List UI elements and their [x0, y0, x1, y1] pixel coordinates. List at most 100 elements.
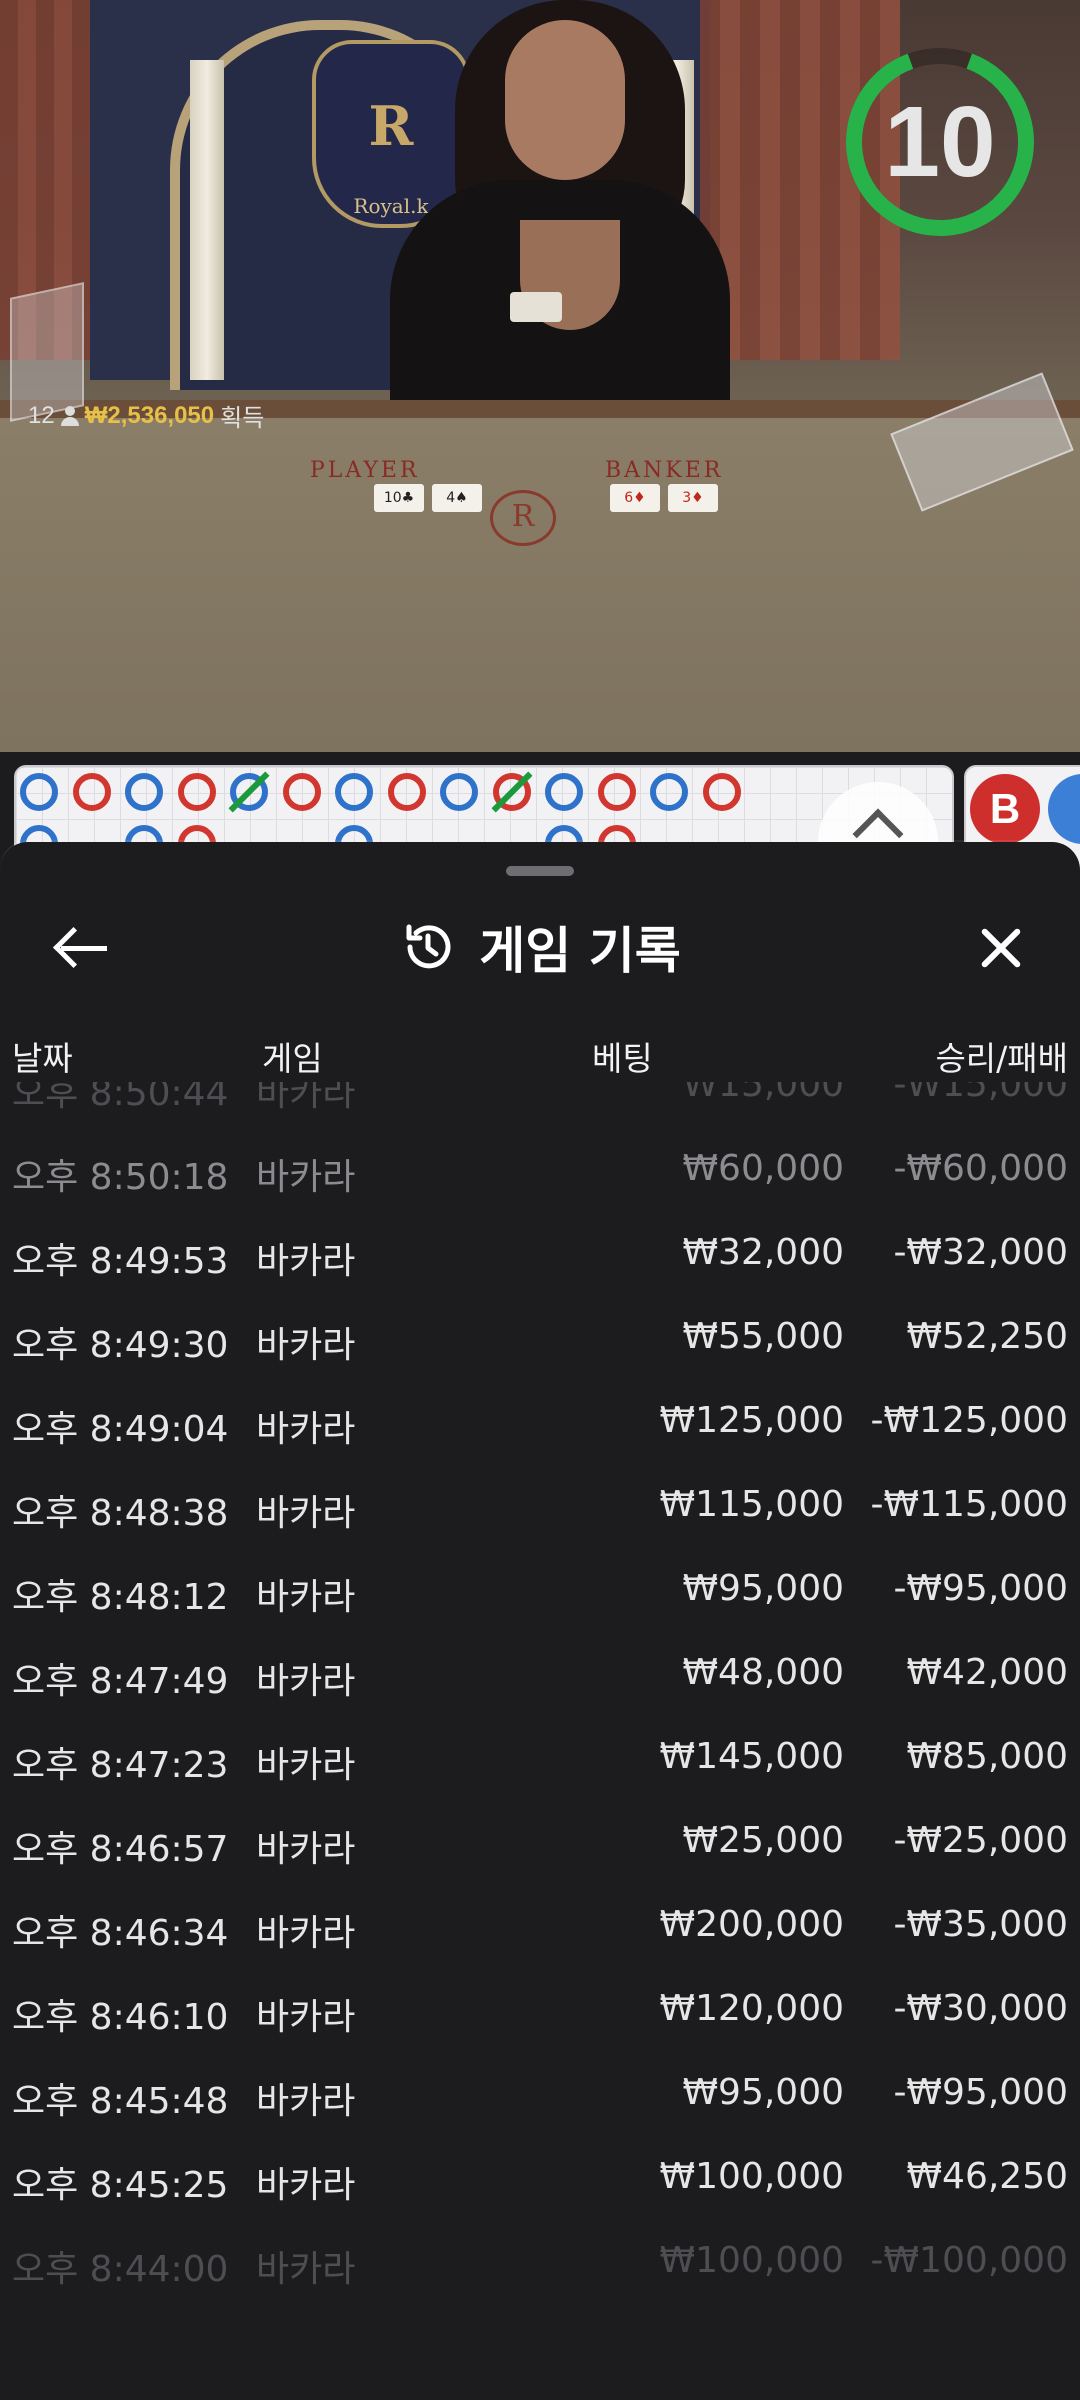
table-row[interactable]: 오후 8:44:00 바카라 ₩100,000 -₩100,000	[0, 2218, 1080, 2302]
dealer-name-tag	[510, 292, 562, 322]
logo-letter: R	[368, 94, 414, 158]
row-bet: ₩15,000	[682, 1082, 844, 1105]
banker-card: 6♦	[610, 484, 660, 512]
table-row[interactable]: 오후 8:48:12 바카라 ₩95,000 -₩95,000	[0, 1546, 1080, 1630]
row-game: 바카라	[256, 1661, 356, 1702]
table-row[interactable]: 오후 8:49:53 바카라 ₩32,000 -₩32,000	[0, 1210, 1080, 1294]
row-bet: ₩95,000	[682, 2072, 844, 2113]
column-header-result: 승리/패배	[935, 1039, 1068, 1078]
bead-result	[335, 773, 373, 811]
pillar	[190, 60, 224, 380]
row-result: -₩95,000	[893, 1568, 1068, 1609]
bead-result	[72, 773, 111, 811]
row-date: 오후 8:48:38	[12, 1493, 229, 1534]
row-game: 바카라	[256, 1577, 356, 1618]
bead-result	[387, 773, 426, 811]
table-row[interactable]: 오후 8:48:38 바카라 ₩115,000 -₩115,000	[0, 1462, 1080, 1546]
table-row[interactable]: 오후 8:49:30 바카라 ₩55,000 ₩52,250	[0, 1294, 1080, 1378]
row-date: 오후 8:47:23	[12, 1745, 229, 1786]
row-result: -₩60,000	[893, 1148, 1068, 1189]
row-game: 바카라	[256, 2165, 356, 2206]
row-bet: ₩100,000	[659, 2156, 844, 2197]
row-date: 오후 8:49:04	[12, 1409, 229, 1450]
close-icon[interactable]	[960, 908, 1040, 988]
row-game: 바카라	[256, 1325, 356, 1366]
felt-logo: R	[490, 490, 556, 546]
sheet-grab-handle[interactable]	[506, 866, 574, 876]
row-bet: ₩100,000	[659, 2240, 844, 2281]
row-bet: ₩120,000	[659, 1988, 844, 2029]
win-label: 획득	[220, 405, 265, 432]
felt-player-label: PLAYER	[310, 458, 420, 483]
row-game: 바카라	[256, 2081, 356, 2122]
bead-result	[20, 773, 58, 811]
row-bet: ₩200,000	[659, 1904, 844, 1945]
row-result: -₩15,000	[893, 1082, 1068, 1105]
table-row[interactable]: 오후 8:50:18 바카라 ₩60,000 -₩60,000	[0, 1126, 1080, 1210]
player-card: 10♣	[374, 484, 424, 512]
history-list[interactable]: 오후 8:50:44 바카라 ₩15,000 -₩15,000 오후 8:50:18 바카…	[0, 1082, 1080, 2400]
table-row[interactable]: 오후 8:46:57 바카라 ₩25,000 -₩25,000	[0, 1798, 1080, 1882]
row-game: 바카라	[256, 1409, 356, 1450]
row-bet: ₩125,000	[659, 1400, 844, 1441]
table-row[interactable]: 오후 8:47:23 바카라 ₩145,000 ₩85,000	[0, 1714, 1080, 1798]
row-date: 오후 8:47:49	[12, 1661, 229, 1702]
bead-result	[545, 773, 583, 811]
banker-predict-button[interactable]: B	[970, 774, 1040, 844]
row-bet: ₩115,000	[659, 1484, 844, 1525]
bead-result	[650, 773, 688, 811]
row-game: 바카라	[256, 1745, 356, 1786]
banker-card: 3♦	[668, 484, 718, 512]
table-row[interactable]: 오후 8:47:49 바카라 ₩48,000 ₩42,000	[0, 1630, 1080, 1714]
countdown-timer: 10	[884, 86, 996, 198]
row-game: 바카라	[256, 1829, 356, 1870]
row-result: ₩42,000	[906, 1652, 1068, 1693]
bead-result	[702, 773, 741, 811]
row-game: 바카라	[256, 2249, 356, 2290]
table-row[interactable]: 오후 8:46:34 바카라 ₩200,000 -₩35,000	[0, 1882, 1080, 1966]
bead-result	[597, 773, 636, 811]
row-bet: ₩48,000	[682, 1652, 844, 1693]
bead-result	[177, 773, 216, 811]
row-result: -₩125,000	[870, 1400, 1068, 1441]
table-row[interactable]: 오후 8:46:10 바카라 ₩120,000 -₩30,000	[0, 1966, 1080, 2050]
row-result: -₩25,000	[893, 1820, 1068, 1861]
row-game: 바카라	[256, 1157, 356, 1198]
row-bet: ₩25,000	[682, 1820, 844, 1861]
row-bet: ₩60,000	[682, 1148, 844, 1189]
row-bet: ₩32,000	[682, 1232, 844, 1273]
row-date: 오후 8:46:57	[12, 1829, 229, 1870]
column-header-date: 날짜	[12, 1039, 73, 1078]
row-bet: ₩145,000	[659, 1736, 844, 1777]
person-icon	[60, 405, 79, 426]
row-game: 바카라	[256, 1913, 356, 1954]
table-row[interactable]: 오후 8:45:25 바카라 ₩100,000 ₩46,250	[0, 2134, 1080, 2218]
bead-result	[125, 773, 163, 811]
dealer-face	[505, 20, 625, 180]
row-result: -₩30,000	[893, 1988, 1068, 2029]
table-row[interactable]: 오후 8:50:44 바카라 ₩15,000 -₩15,000	[0, 1082, 1080, 1126]
table-row[interactable]: 오후 8:45:48 바카라 ₩95,000 -₩95,000	[0, 2050, 1080, 2134]
row-result: -₩95,000	[893, 2072, 1068, 2113]
row-date: 오후 8:45:48	[12, 2081, 229, 2122]
row-result: ₩46,250	[906, 2156, 1068, 2197]
win-amount: ₩2,536,050	[84, 401, 215, 429]
row-result: -₩100,000	[870, 2240, 1068, 2281]
row-bet: ₩95,000	[682, 1568, 844, 1609]
row-game: 바카라	[256, 1493, 356, 1534]
row-date: 오후 8:49:53	[12, 1241, 229, 1282]
bead-result	[440, 773, 478, 811]
column-header-game: 게임	[262, 1039, 323, 1078]
sheet-title: 게임 기록	[479, 922, 681, 980]
winners-bar: 12 ₩2,536,050 획득	[28, 398, 264, 433]
game-history-sheet: 게임 기록 날짜 게임 베팅 승리/패배 오후 8:50:44 바카라 ₩15,00…	[0, 842, 1080, 2400]
row-result: -₩32,000	[893, 1232, 1068, 1273]
row-result: ₩85,000	[906, 1736, 1068, 1777]
felt-banker-label: BANKER	[605, 458, 724, 483]
row-game: 바카라	[256, 1241, 356, 1282]
row-bet: ₩55,000	[682, 1316, 844, 1357]
table-header: 날짜 게임 베팅 승리/패배	[0, 1022, 1080, 1082]
row-result: -₩115,000	[870, 1484, 1068, 1525]
table-row[interactable]: 오후 8:49:04 바카라 ₩125,000 -₩125,000	[0, 1378, 1080, 1462]
row-game: 바카라	[256, 1082, 356, 1114]
